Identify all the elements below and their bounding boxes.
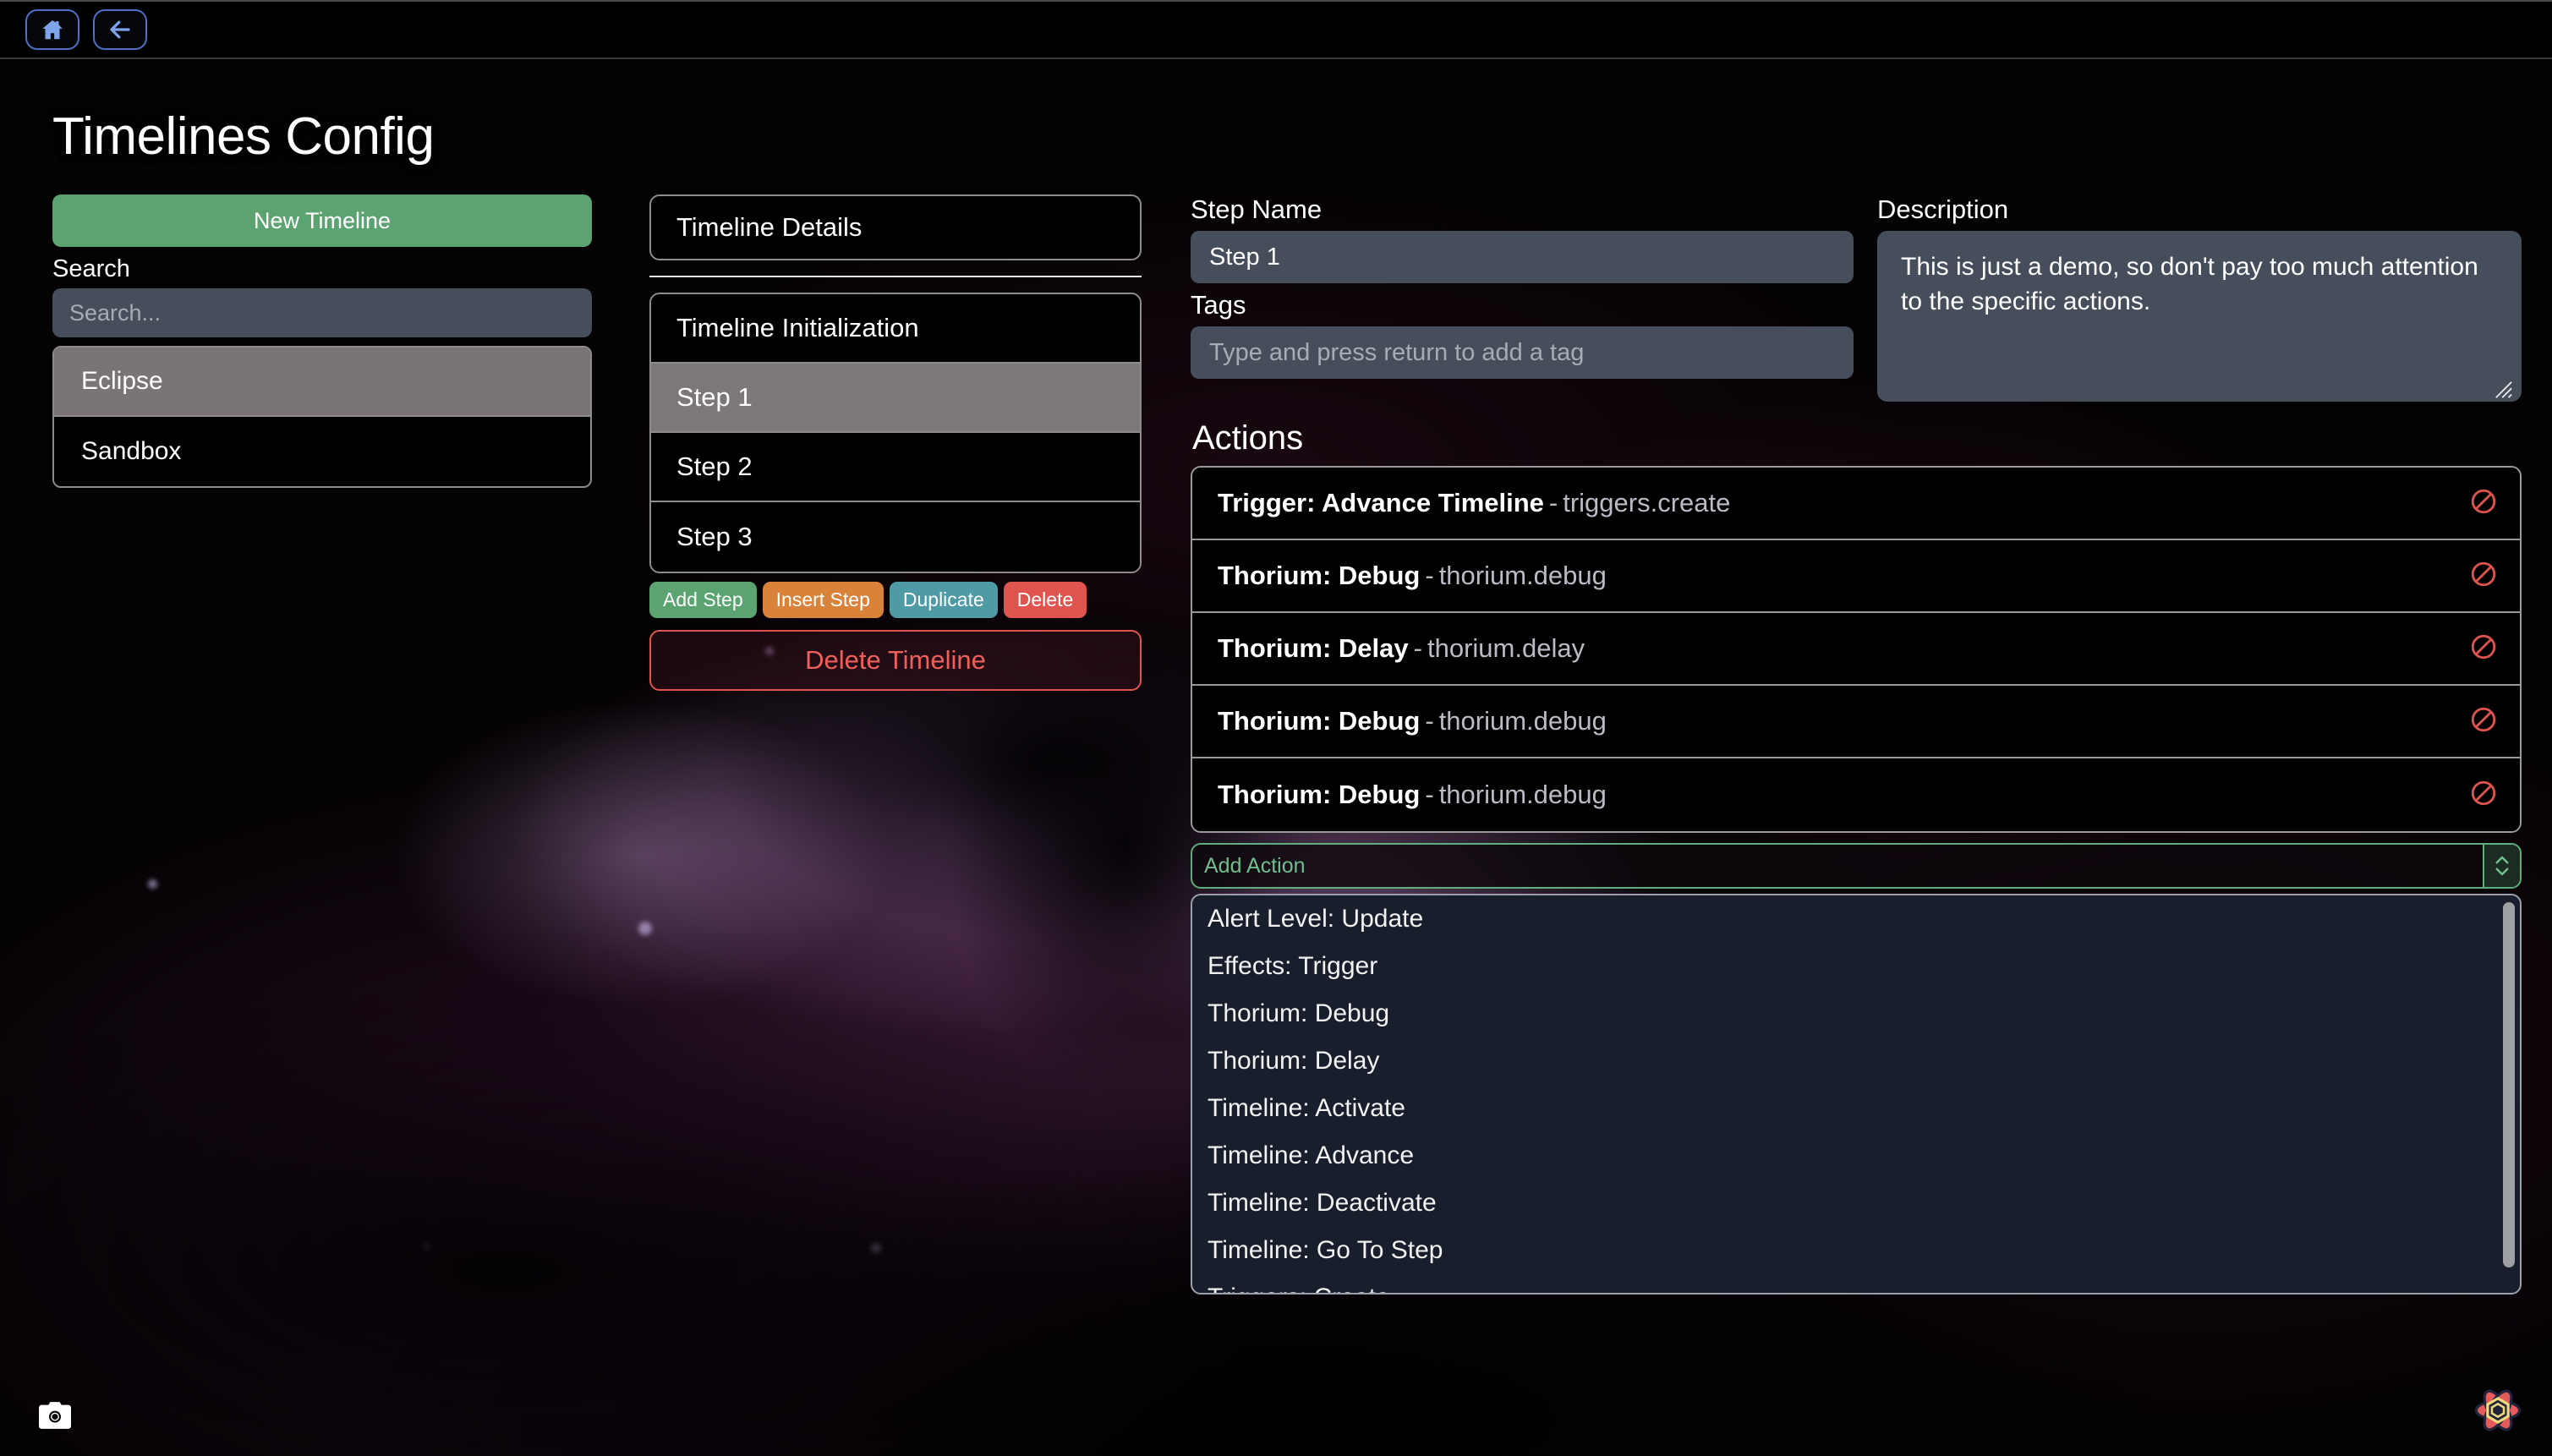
action-separator: -	[1548, 488, 1558, 517]
actions-heading: Actions	[1192, 419, 1304, 457]
dropdown-option[interactable]: Timeline: Activate	[1192, 1085, 2520, 1132]
search-label: Search	[52, 255, 130, 282]
duplicate-step-button[interactable]: Duplicate	[889, 582, 998, 618]
dropdown-option[interactable]: Timeline: Advance	[1192, 1132, 2520, 1180]
table-row[interactable]: Thorium: Delay - thorium.delay	[1192, 613, 2520, 686]
dropdown-option[interactable]: Thorium: Debug	[1192, 990, 2520, 1037]
action-title: Thorium: Debug	[1218, 706, 1421, 736]
action-separator: -	[1425, 780, 1434, 809]
add-action-dropdown-list[interactable]: Alert Level: Update Effects: Trigger Tho…	[1191, 894, 2522, 1295]
home-button[interactable]	[25, 9, 79, 50]
timeline-details-label: Timeline Details	[676, 212, 863, 242]
panel-divider	[649, 276, 1142, 277]
chevron-up-down-icon[interactable]	[2483, 845, 2520, 887]
step-list-item[interactable]: Step 1	[651, 364, 1140, 433]
dropdown-option[interactable]: Alert Level: Update	[1192, 895, 2520, 943]
list-item[interactable]: Sandbox	[54, 417, 590, 486]
page-title: Timelines Config	[52, 107, 435, 166]
timeline-details-panel: Timeline Details Timeline Initialization…	[649, 194, 1142, 691]
back-button[interactable]	[93, 9, 147, 50]
action-id: thorium.debug	[1438, 780, 1607, 809]
add-action-input[interactable]	[1192, 845, 2483, 887]
timelines-panel: New Timeline Search Eclipse Sandbox	[52, 194, 592, 488]
description-textarea[interactable]	[1877, 231, 2522, 402]
step-item-label: Step 2	[676, 452, 753, 481]
step-item-label: Timeline Initialization	[676, 313, 919, 342]
description-group: Description	[1877, 194, 2522, 406]
dropdown-option[interactable]: Thorium: Delay	[1192, 1037, 2520, 1085]
actions-list: Trigger: Advance Timeline - triggers.cre…	[1191, 466, 2522, 833]
delete-step-button[interactable]: Delete	[1003, 582, 1087, 618]
action-separator: -	[1425, 561, 1434, 590]
insert-step-button[interactable]: Insert Step	[762, 582, 884, 618]
ban-icon[interactable]	[2469, 779, 2498, 812]
ban-icon[interactable]	[2469, 632, 2498, 665]
top-navigation-bar	[0, 0, 2552, 59]
action-title: Thorium: Debug	[1218, 780, 1421, 809]
ban-icon[interactable]	[2469, 487, 2498, 520]
search-input[interactable]	[52, 288, 592, 337]
timeline-list: Eclipse Sandbox	[52, 346, 592, 488]
home-icon	[40, 17, 65, 42]
dropdown-option[interactable]: Triggers: Create	[1192, 1274, 2520, 1293]
timeline-details-button[interactable]: Timeline Details	[649, 194, 1142, 260]
camera-icon	[39, 1402, 71, 1432]
add-step-button[interactable]: Add Step	[649, 582, 757, 618]
action-id: triggers.create	[1563, 488, 1731, 517]
timeline-item-label: Sandbox	[81, 437, 182, 465]
action-separator: -	[1413, 633, 1422, 663]
ban-icon[interactable]	[2469, 560, 2498, 593]
action-id: thorium.delay	[1427, 633, 1585, 663]
step-action-buttons: Add Step Insert Step Duplicate Delete	[649, 582, 1142, 618]
action-title: Thorium: Delay	[1218, 633, 1409, 663]
ban-icon[interactable]	[2469, 705, 2498, 738]
step-item-label: Step 3	[676, 522, 753, 551]
step-item-label: Step 1	[676, 382, 753, 412]
dropdown-option[interactable]: Timeline: Go To Step	[1192, 1227, 2520, 1274]
tags-input[interactable]	[1191, 326, 1854, 379]
action-id: thorium.debug	[1438, 706, 1607, 736]
step-name-group: Step Name Tags	[1191, 194, 1854, 406]
screenshot-button[interactable]	[39, 1402, 71, 1429]
dropdown-option[interactable]: Effects: Trigger	[1192, 943, 2520, 990]
add-action-combobox: Alert Level: Update Effects: Trigger Tho…	[1191, 843, 2522, 1295]
tags-label: Tags	[1191, 290, 1246, 320]
dropdown-option[interactable]: Timeline: Deactivate	[1192, 1180, 2520, 1227]
step-list-item[interactable]: Timeline Initialization	[651, 294, 1140, 364]
table-row[interactable]: Thorium: Debug - thorium.debug	[1192, 758, 2520, 831]
step-name-label: Step Name	[1191, 194, 1323, 224]
description-label: Description	[1877, 194, 2009, 224]
list-item[interactable]: Eclipse	[54, 348, 590, 417]
action-title: Thorium: Debug	[1218, 561, 1421, 590]
atom-logo-icon	[2471, 1383, 2525, 1437]
table-row[interactable]: Thorium: Debug - thorium.debug	[1192, 540, 2520, 613]
step-list-item[interactable]: Step 2	[651, 433, 1140, 502]
table-row[interactable]: Trigger: Advance Timeline - triggers.cre…	[1192, 468, 2520, 540]
arrow-left-icon	[107, 17, 133, 42]
dropdown-scrollbar[interactable]	[2503, 902, 2515, 1267]
action-separator: -	[1425, 706, 1434, 736]
step-list-item[interactable]: Step 3	[651, 502, 1140, 572]
table-row[interactable]: Thorium: Debug - thorium.debug	[1192, 686, 2520, 758]
delete-timeline-button[interactable]: Delete Timeline	[649, 630, 1142, 691]
step-name-input[interactable]	[1191, 231, 1854, 283]
app-window: Timelines Config New Timeline Search Ecl…	[0, 0, 2552, 1456]
new-timeline-button[interactable]: New Timeline	[52, 194, 592, 247]
step-list: Timeline Initialization Step 1 Step 2 St…	[649, 293, 1142, 573]
timeline-item-label: Eclipse	[81, 367, 163, 395]
step-editor-panel: Step Name Tags Description Actions	[1191, 194, 2522, 1295]
action-title: Trigger: Advance Timeline	[1218, 488, 1544, 517]
action-id: thorium.debug	[1438, 561, 1607, 590]
